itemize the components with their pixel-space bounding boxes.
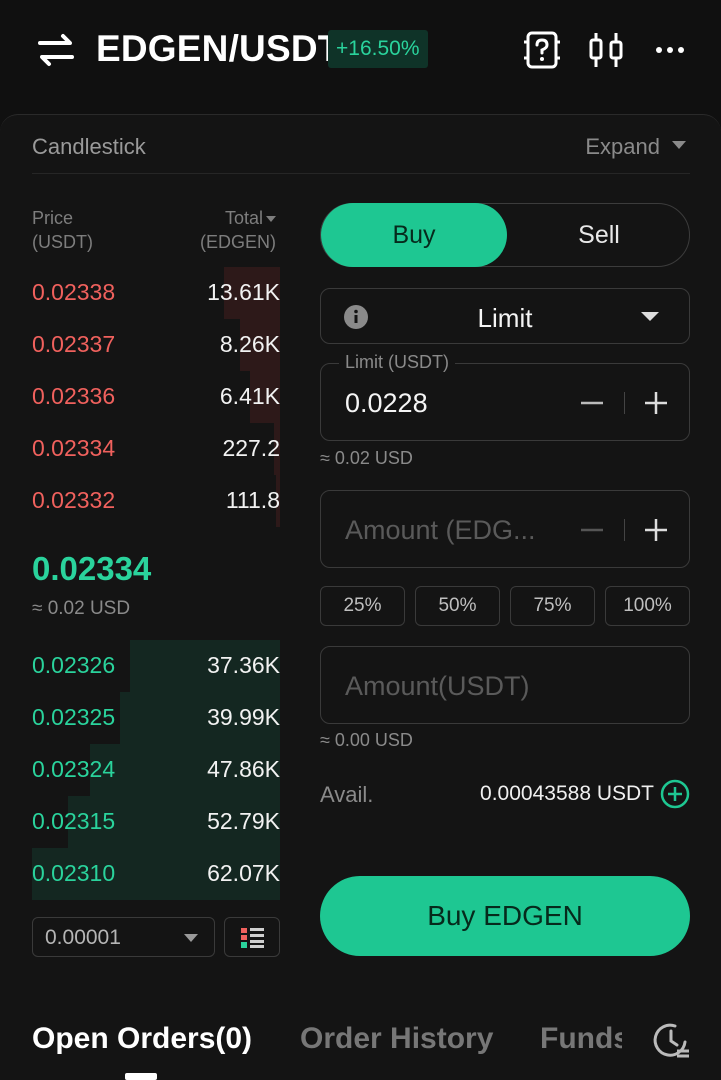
percent-75-button[interactable]: 75% — [510, 586, 595, 626]
order-type-label: Limit — [477, 303, 533, 333]
bid-total: 52.79K — [207, 808, 280, 834]
limit-price-field[interactable]: Limit (USDT) 0.0228 — [320, 352, 690, 441]
bid-row[interactable]: 0.02310 62.07K — [32, 848, 280, 900]
bid-price: 0.02315 — [32, 808, 116, 834]
percent-25-button[interactable]: 25% — [320, 586, 405, 626]
add-funds-icon[interactable] — [660, 779, 690, 809]
bid-total: 62.07K — [207, 860, 280, 886]
ask-row[interactable]: 0.02334 227.2 — [32, 423, 280, 475]
price-header-unit: (USDT) — [32, 232, 93, 252]
caret-down-icon — [672, 141, 686, 149]
ask-row[interactable]: 0.02338 13.61K — [32, 267, 280, 319]
orderbook-layout-button[interactable] — [224, 917, 280, 957]
order-type-select[interactable]: Limit — [320, 288, 690, 344]
bid-price: 0.02310 — [32, 860, 116, 886]
precision-value: 0.00001 — [45, 926, 121, 949]
buy-submit-button[interactable]: Buy EDGEN — [320, 876, 690, 956]
tab-funds[interactable]: Funds — [540, 1022, 622, 1056]
help-icon[interactable] — [522, 30, 562, 70]
amount-usdt-field[interactable]: Amount(USDT) — [320, 646, 690, 724]
amount-usdt-approx: ≈ 0.00 USD — [320, 730, 413, 750]
caret-down-icon — [266, 216, 276, 223]
stepper-divider — [624, 392, 625, 414]
bid-total: 37.36K — [207, 652, 280, 678]
ask-total: 13.61K — [207, 279, 280, 305]
expand-label[interactable]: Expand — [585, 134, 660, 160]
caret-down-icon — [641, 312, 659, 321]
last-price: 0.02334 — [32, 550, 152, 587]
percent-100-button[interactable]: 100% — [605, 586, 690, 626]
ask-price: 0.02337 — [32, 331, 116, 357]
candlestick-label: Candlestick — [32, 134, 146, 159]
candlestick-icon[interactable] — [586, 30, 626, 70]
ask-total: 6.41K — [219, 383, 280, 409]
ask-total: 227.2 — [222, 435, 280, 461]
total-header-unit: (EDGEN) — [200, 232, 276, 252]
bid-row[interactable]: 0.02315 52.79K — [32, 796, 280, 848]
header: EDGEN/USDT +16.50% — [0, 0, 721, 100]
limit-approx-usd: ≈ 0.02 USD — [320, 448, 413, 468]
bid-price: 0.02326 — [32, 652, 116, 678]
amount-placeholder[interactable]: Amount (EDG... — [345, 515, 536, 546]
price-header-label: Price — [32, 208, 74, 228]
ask-price: 0.02334 — [32, 435, 116, 461]
ask-row[interactable]: 0.02337 8.26K — [32, 319, 280, 371]
bid-row[interactable]: 0.02326 37.36K — [32, 640, 280, 692]
ask-price: 0.02336 — [32, 383, 116, 409]
available-balance: 0.00043588 USDT — [480, 782, 654, 805]
total-header-label: Total — [224, 208, 263, 228]
bid-price: 0.02325 — [32, 704, 116, 730]
history-icon[interactable] — [651, 1020, 691, 1060]
amount-usdt-placeholder[interactable]: Amount(USDT) — [345, 671, 530, 702]
ask-row[interactable]: 0.02336 6.41K — [32, 371, 280, 423]
tab-active-indicator — [125, 1073, 157, 1080]
swap-icon[interactable] — [36, 30, 76, 70]
bid-price: 0.02324 — [32, 756, 116, 782]
bid-row[interactable]: 0.02324 47.86K — [32, 744, 280, 796]
limit-price-value[interactable]: 0.0228 — [345, 388, 428, 419]
minus-icon[interactable] — [579, 517, 605, 543]
limit-price-legend: Limit (USDT) — [339, 352, 455, 373]
bid-total: 47.86K — [207, 756, 280, 782]
ask-price: 0.02332 — [32, 487, 116, 513]
stepper-divider — [624, 519, 625, 541]
minus-icon[interactable] — [579, 390, 605, 416]
pair-title[interactable]: EDGEN/USDT — [96, 28, 341, 70]
bid-row[interactable]: 0.02325 39.99K — [32, 692, 280, 744]
ask-total: 111.8 — [225, 487, 280, 513]
ask-price: 0.02338 — [32, 279, 116, 305]
amount-field[interactable]: Amount (EDG... — [320, 490, 690, 568]
side-toggle: Buy Sell — [320, 203, 690, 267]
bid-total: 39.99K — [207, 704, 280, 730]
more-icon[interactable] — [650, 30, 690, 70]
tab-order-history[interactable]: Order History — [300, 1022, 493, 1056]
candlestick-toggle-row[interactable]: Candlestick Expand — [32, 130, 690, 174]
precision-select[interactable]: 0.00001 — [32, 917, 215, 957]
available-label: Avail. — [320, 782, 374, 807]
sell-tab[interactable]: Sell — [507, 204, 691, 266]
price-change-badge: +16.50% — [328, 30, 428, 68]
plus-icon[interactable] — [643, 390, 669, 416]
tab-open-orders[interactable]: Open Orders(0) — [32, 1022, 252, 1056]
total-column-header[interactable]: Total (EDGEN) — [180, 206, 276, 254]
caret-down-icon — [184, 934, 198, 942]
buy-tab[interactable]: Buy — [321, 203, 507, 267]
ask-row[interactable]: 0.02332 111.8 — [32, 475, 280, 527]
last-price-usd: ≈ 0.02 USD — [32, 598, 131, 619]
percent-50-button[interactable]: 50% — [415, 586, 500, 626]
ask-total: 8.26K — [219, 331, 280, 357]
orderbook-layout-icon — [241, 928, 264, 948]
plus-icon[interactable] — [643, 517, 669, 543]
price-column-header: Price (USDT) — [32, 206, 93, 254]
